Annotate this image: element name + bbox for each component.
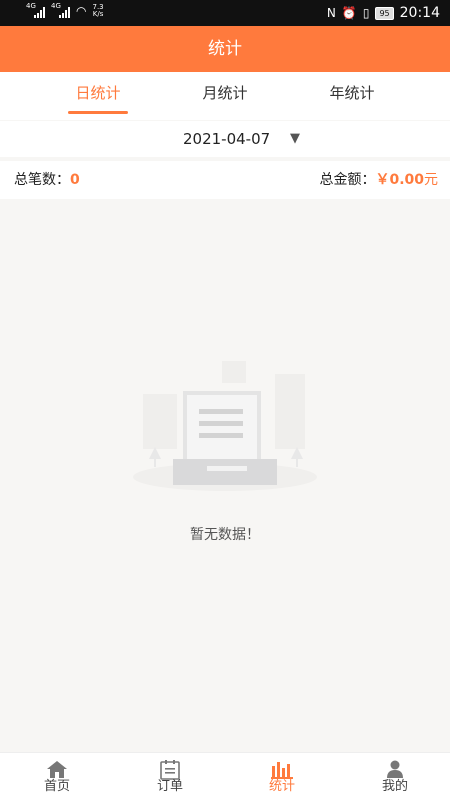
nav-label-mine: 我的 (381, 779, 408, 794)
total-amount-label: 总金额： (319, 172, 376, 188)
page-title: 统计 (0, 26, 450, 72)
summary-bar: 总笔数：0 总金额：￥0.00元 (0, 161, 450, 199)
tab-month-stats[interactable]: 月统计 (190, 72, 260, 120)
user-icon (355, 753, 435, 779)
empty-document-illustration (133, 361, 317, 491)
order-list-icon (130, 753, 210, 780)
vibrate-icon: ▯ (362, 6, 370, 20)
battery-icon: 95 (375, 6, 394, 20)
bar-chart-icon (242, 753, 322, 779)
signal-icon: 4G (26, 2, 45, 18)
tab-bar: 日统计 月统计 年统计 (0, 72, 450, 120)
nav-label-stats: 统计 (268, 779, 295, 794)
nav-item-mine[interactable]: 我的 (355, 753, 435, 800)
network-speed: 7.3 K/s (92, 4, 103, 18)
total-count-label: 总笔数： (14, 172, 70, 188)
total-amount-unit: 元 (424, 172, 438, 188)
date-picker[interactable]: 2021-04-07 ▼ (0, 121, 450, 157)
status-bar: 4G 4G ◠ 7.3 K/s N ⏰ ▯ 95 20:14 (0, 0, 450, 26)
nav-label-orders: 订单 (156, 779, 183, 794)
clock: 20:14 (399, 5, 440, 21)
wifi-icon: ◠ (76, 4, 87, 18)
nfc-icon: N (326, 6, 336, 20)
bottom-nav: 首页 订单 统计 我的 (0, 752, 450, 800)
nav-item-stats[interactable]: 统计 (242, 753, 322, 800)
tab-year-stats[interactable]: 年统计 (317, 72, 387, 120)
nav-item-orders[interactable]: 订单 (130, 753, 210, 800)
tab-day-stats[interactable]: 日统计 (68, 72, 128, 120)
dropdown-arrow-icon[interactable]: ▼ (290, 121, 300, 157)
speed-unit: K/s (92, 10, 104, 18)
total-count-value: 0 (70, 172, 80, 188)
status-left: 4G 4G ◠ 7.3 K/s (26, 2, 104, 18)
alarm-icon: ⏰ (341, 6, 357, 20)
nav-label-home: 首页 (43, 779, 70, 794)
status-right: N ⏰ ▯ 95 20:14 (327, 5, 440, 21)
nav-item-home[interactable]: 首页 (17, 753, 97, 800)
empty-state: 暂无数据！ (0, 199, 450, 752)
home-icon (17, 753, 97, 779)
signal-icon-2: 4G (51, 2, 70, 18)
date-value[interactable]: 2021-04-07 (183, 121, 270, 157)
empty-message: 暂无数据！ (190, 527, 260, 543)
total-count: 总笔数：0 (14, 161, 80, 199)
total-amount-value: ￥0.00 (375, 172, 424, 188)
total-amount: 总金额：￥0.00元 (319, 161, 438, 199)
